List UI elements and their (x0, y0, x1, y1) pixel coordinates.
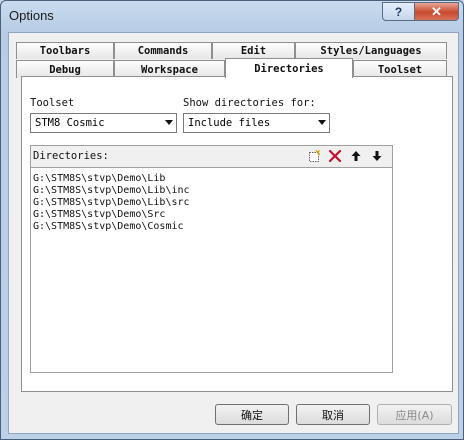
new-folder-icon[interactable] (307, 149, 321, 163)
cancel-label: 取消 (322, 408, 344, 422)
options-window: Options ? ✕ Toolbars Commands Edit Style… (0, 0, 464, 440)
window-title: Options (9, 8, 54, 23)
chevron-down-icon (318, 120, 326, 125)
cancel-button[interactable]: 取消 (296, 404, 370, 425)
list-item[interactable]: G:\STM8S\stvp\Demo\Cosmic (33, 221, 184, 232)
directories-header: Directories: (31, 146, 392, 168)
tab-label: Styles/Languages (320, 45, 422, 57)
apply-button[interactable]: 应用(A) (377, 404, 452, 425)
list-item[interactable]: G:\STM8S\stvp\Demo\Lib\inc (33, 185, 190, 196)
toolset-select[interactable]: STM8 Cosmic (30, 113, 177, 133)
toolset-label: Toolset (30, 97, 75, 109)
move-down-icon[interactable] (370, 149, 384, 163)
show-dirs-label: Show directories for: (183, 97, 316, 109)
directories-panel: Toolset STM8 Cosmic Show directories for… (21, 76, 453, 392)
ok-label: 确定 (241, 408, 263, 422)
directories-box: Directories: G:\STM8S\stvp\Demo\Lib G:\S… (30, 145, 393, 373)
list-item[interactable]: G:\STM8S\stvp\Demo\Src (33, 209, 165, 220)
tab-label: Directories (254, 62, 324, 75)
ok-button[interactable]: 确定 (215, 404, 289, 425)
tab-toolbars[interactable]: Toolbars (16, 42, 114, 59)
toolset-value: STM8 Cosmic (35, 117, 105, 129)
help-button[interactable]: ? (382, 2, 415, 21)
directories-label: Directories: (33, 150, 109, 162)
tab-commands[interactable]: Commands (114, 42, 212, 59)
close-button[interactable]: ✕ (414, 2, 459, 21)
list-item[interactable]: G:\STM8S\stvp\Demo\Lib\src (33, 197, 190, 208)
close-icon: ✕ (431, 3, 442, 19)
delete-icon[interactable] (328, 149, 342, 163)
tab-edit[interactable]: Edit (212, 42, 295, 59)
help-icon: ? (394, 4, 403, 19)
tab-styles-languages[interactable]: Styles/Languages (295, 42, 447, 59)
list-item[interactable]: G:\STM8S\stvp\Demo\Lib (33, 173, 165, 184)
tab-label: Commands (137, 45, 189, 57)
show-dirs-select[interactable]: Include files (183, 113, 330, 133)
tab-label: Toolbars (39, 45, 91, 57)
move-up-icon[interactable] (349, 149, 363, 163)
chevron-down-icon (165, 120, 173, 125)
tab-label: Debug (49, 63, 81, 76)
tab-directories[interactable]: Directories (225, 58, 353, 78)
tab-label: Workspace (141, 63, 198, 76)
tab-label: Edit (240, 45, 267, 57)
tab-label: Toolset (377, 63, 423, 76)
show-dirs-value: Include files (188, 117, 271, 129)
apply-label: 应用(A) (395, 408, 434, 422)
